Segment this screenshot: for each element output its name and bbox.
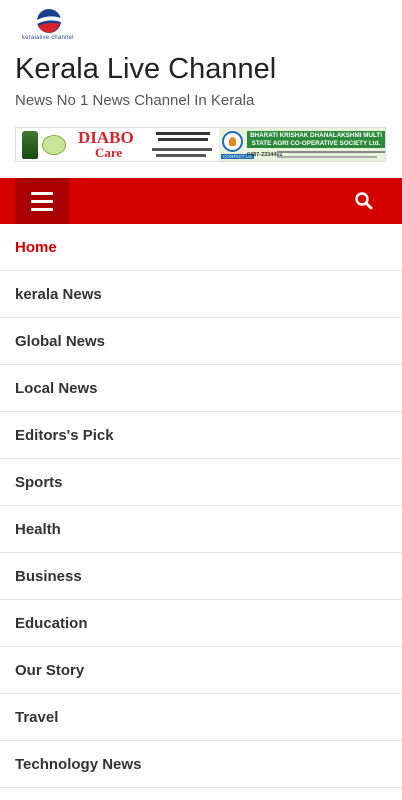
ad-diabo-care: DIABO Care: [16, 128, 219, 161]
site-header: keralalive channel Kerala Live Channel N…: [0, 0, 402, 178]
menu-item-editors-pick[interactable]: Editors's Pick: [0, 412, 402, 459]
bottle-image: [22, 131, 38, 159]
menu-item-technology-news[interactable]: Technology News: [0, 741, 402, 788]
main-navbar: [0, 178, 402, 224]
ad-headline: BHARATI KRISHAK DHANALAKSHMI MULTI STATE…: [247, 131, 385, 148]
hamburger-line: [31, 207, 53, 211]
menu-item-health[interactable]: Health: [0, 506, 402, 553]
ad-text-line: [158, 138, 208, 141]
search-icon[interactable]: [354, 191, 374, 211]
menu-item-our-story[interactable]: Our Story: [0, 647, 402, 694]
menu-item-travel[interactable]: Travel: [0, 694, 402, 741]
ad-brand-sub: Care: [95, 145, 123, 160]
site-title[interactable]: Kerala Live Channel: [15, 53, 276, 86]
leaf-logo-icon: [42, 135, 66, 155]
menu-item-education[interactable]: Education: [0, 600, 402, 647]
hamburger-line: [31, 199, 53, 203]
ad-text-line: [156, 132, 210, 135]
menu-item-sports[interactable]: Sports: [0, 459, 402, 506]
ad-text-line: [152, 148, 212, 151]
ad-address-line: [277, 151, 385, 153]
logo-subtext: keralalive channel: [22, 35, 74, 41]
hamburger-line: [31, 191, 53, 195]
ad-brand: DIABO: [78, 128, 134, 147]
ad-text-line: [156, 154, 206, 157]
hamburger-icon[interactable]: [15, 178, 69, 224]
nav-menu: Home kerala News Global News Local News …: [0, 224, 402, 788]
ad-address-line: [277, 156, 377, 158]
site-tagline: News No 1 News Channel In Kerala: [15, 92, 255, 109]
menu-item-kerala-news[interactable]: kerala News: [0, 271, 402, 318]
society-emblem-icon: [222, 131, 243, 152]
menu-item-global-news[interactable]: Global News: [0, 318, 402, 365]
ad-cooperative-society: BHARATI KRISHAK DHANALAKSHMI MULTI STATE…: [219, 128, 385, 161]
menu-item-home[interactable]: Home: [0, 224, 402, 271]
menu-item-business[interactable]: Business: [0, 553, 402, 600]
menu-item-local-news[interactable]: Local News: [0, 365, 402, 412]
advertisement-banner[interactable]: DIABO Care BHARATI KRISHAK DHANALAKSHMI …: [15, 127, 386, 162]
